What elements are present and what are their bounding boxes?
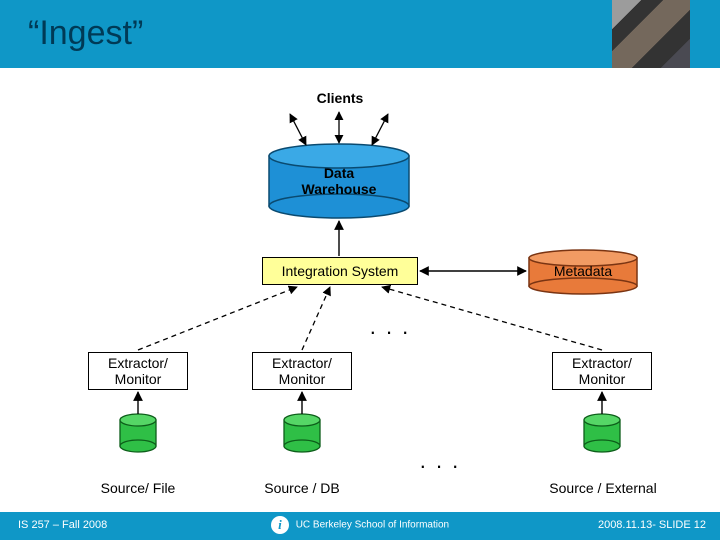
slide: “Ingest” — [0, 0, 720, 540]
ellipsis-mid: . . . — [410, 448, 470, 474]
ischool-logo-icon: i — [271, 516, 289, 534]
integration-label: Integration System — [282, 263, 399, 279]
source-label-1: Source/ File — [78, 480, 198, 496]
source-cylinder-2 — [284, 414, 320, 452]
metadata-label: Metadata — [529, 263, 637, 279]
integration-box: Integration System — [262, 257, 418, 285]
extractor-box-1: Extractor/Monitor — [88, 352, 188, 390]
ellipsis-top: . . . — [360, 314, 420, 340]
extractor2-l2: Monitor — [279, 371, 326, 387]
arrows-source-extractor — [138, 392, 602, 414]
clients-label: Clients — [300, 90, 380, 106]
warehouse-label-l1: Data — [324, 165, 354, 181]
arrows-clients-warehouse — [290, 112, 388, 145]
extractor1-l1: Extractor/ — [108, 355, 168, 371]
extractor2-l1: Extractor/ — [272, 355, 332, 371]
extractor3-l2: Monitor — [579, 371, 626, 387]
footer-right: 2008.11.13- SLIDE 12 — [598, 519, 706, 531]
footer-bar: IS 257 – Fall 2008 i UC Berkeley School … — [0, 512, 720, 540]
warehouse-label: Data Warehouse — [269, 165, 409, 197]
source-label-3: Source / External — [528, 480, 678, 496]
extractor-box-3: Extractor/Monitor — [552, 352, 652, 390]
extractor1-l2: Monitor — [115, 371, 162, 387]
extractor-box-2: Extractor/Monitor — [252, 352, 352, 390]
slide-title: “Ingest” — [28, 14, 143, 53]
header-photo — [612, 0, 690, 68]
source-label-2: Source / DB — [242, 480, 362, 496]
footer-center-text: UC Berkeley School of Information — [296, 520, 449, 531]
extractor3-l1: Extractor/ — [572, 355, 632, 371]
source-cylinder-1 — [120, 414, 156, 452]
source-cylinder-3 — [584, 414, 620, 452]
warehouse-label-l2: Warehouse — [302, 181, 377, 197]
